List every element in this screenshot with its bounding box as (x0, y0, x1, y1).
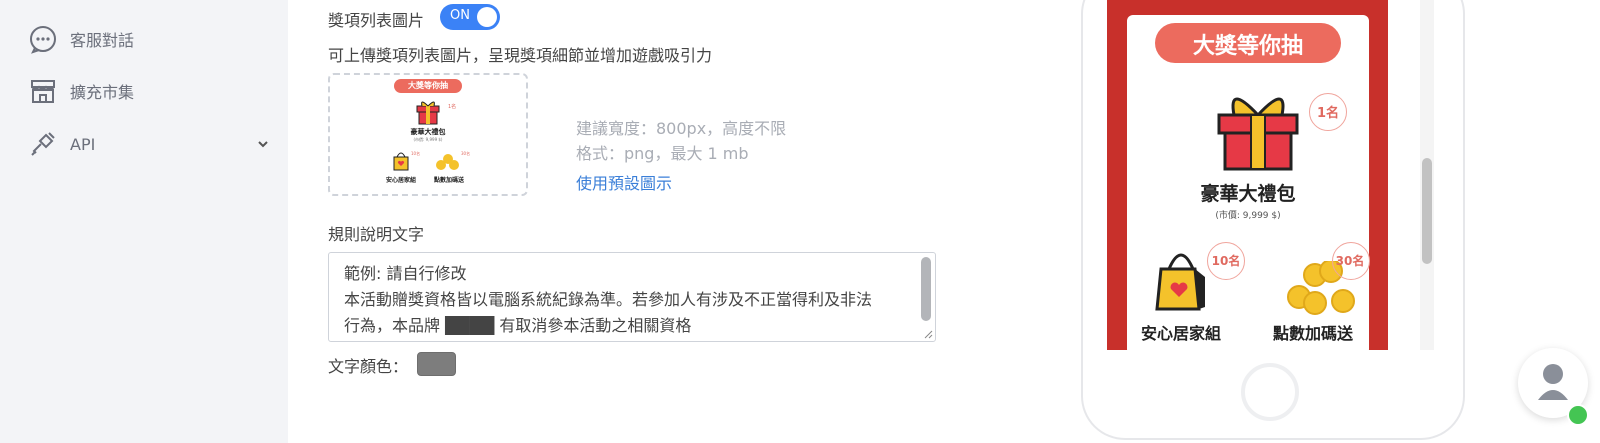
thumb-prize-right: 點數加碼送 (434, 177, 465, 184)
prize-image-label: 獎項列表圖片 (328, 11, 425, 30)
textarea-scrollbar[interactable] (921, 257, 931, 321)
thumb-badge-top: 1名 (448, 104, 457, 110)
rules-textarea[interactable]: 範例: 請自行修改 本活動贈獎資格皆以電腦系統紀錄為準。若參加人有涉及不正當得利… (328, 252, 936, 342)
coins-icon (436, 154, 459, 170)
hint-format: 格式：png，最大 1 mb (576, 144, 749, 163)
sidebar-item-customer-chat[interactable]: 客服對話 (28, 23, 270, 55)
online-status-dot (1567, 404, 1589, 426)
phone-screen: 大獎等你抽 1名 豪華大禮包 (市價: 9,999 $) 10名 30名 安心居… (1107, 0, 1388, 350)
preview-scrollbar-thumb[interactable] (1422, 158, 1432, 264)
text-color-label: 文字顏色： (328, 357, 409, 376)
thumb-main-prize: 豪華大禮包 (410, 128, 446, 136)
thumb-main-price: (市價: 9,999 $) (413, 137, 443, 142)
bag-icon (393, 152, 409, 171)
preview-card: 大獎等你抽 1名 豪華大禮包 (市價: 9,999 $) 10名 30名 安心居… (1127, 15, 1370, 350)
rules-line: 行為，本品牌 ████ 有取消參本活動之相關資格 (344, 316, 692, 335)
sidebar: 客服對話 擴充市集 API (0, 0, 288, 443)
main-prize-name: 豪華大禮包 (1200, 183, 1296, 205)
gift-icon (1217, 97, 1299, 171)
main-prize-price: (市價: 9,999 $) (1215, 211, 1281, 221)
rules-label: 規則說明文字 (328, 225, 425, 244)
thumb-badge-left: 10名 (411, 151, 421, 156)
phone-home-button (1241, 363, 1299, 421)
user-avatar-icon (1538, 364, 1568, 400)
thumb-banner-text: 大獎等你抽 (408, 81, 448, 90)
rules-line: 本活動贈獎資格皆以電腦系統紀錄為準。若參加人有涉及不正當得利及非法 (344, 290, 873, 309)
chevron-down-icon (256, 136, 270, 155)
thumb-badge-right: 30名 (461, 151, 471, 156)
toggle-on-label: ON (450, 8, 470, 23)
sidebar-item-marketplace[interactable]: 擴充市集 (28, 75, 270, 107)
thumb-prize-left: 安心居家組 (386, 177, 417, 184)
right-badge-text: 30名 (1335, 254, 1365, 268)
resize-handle-icon[interactable] (923, 329, 933, 339)
prize-image-toggle[interactable]: ON (440, 4, 500, 30)
left-badge-text: 10名 (1211, 254, 1241, 268)
toggle-knob (477, 7, 497, 27)
preview-banner-text: 大獎等你抽 (1192, 34, 1303, 59)
sidebar-item-api[interactable]: API (28, 128, 270, 160)
main-badge-text: 1名 (1316, 106, 1340, 121)
text-color-swatch[interactable] (417, 352, 456, 376)
sidebar-item-label: 擴充市集 (70, 83, 135, 102)
plug-icon (28, 129, 58, 159)
prize-image-upload[interactable]: 大獎等你抽 1名 豪華大禮包 (市價: 9,999 $) 10名 30名 安心居… (328, 73, 528, 196)
sidebar-item-label: API (70, 134, 96, 154)
hint-size: 建議寬度：800px，高度不限 (576, 119, 787, 138)
right-prize-name: 點數加碼送 (1272, 324, 1353, 343)
left-prize-name: 安心居家組 (1140, 324, 1221, 343)
chat-bubble-icon (28, 24, 58, 54)
prize-image-description: 可上傳獎項列表圖片，呈現獎項細節並增加遊戲吸引力 (328, 46, 713, 65)
use-default-image-link[interactable]: 使用預設圖示 (576, 170, 672, 194)
bag-icon (1155, 253, 1205, 311)
gift-icon (416, 101, 440, 125)
store-icon (28, 76, 58, 106)
sidebar-item-label: 客服對話 (70, 31, 135, 50)
rules-line: 範例: 請自行修改 (344, 264, 467, 283)
